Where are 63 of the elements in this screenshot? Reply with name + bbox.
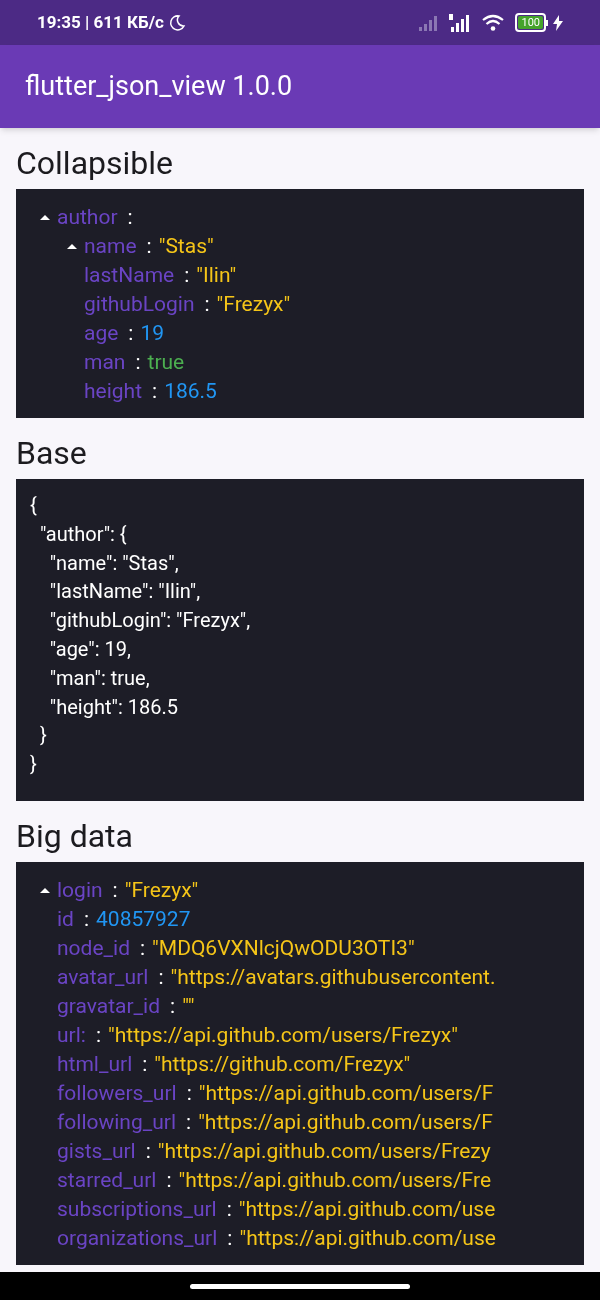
json-value: "https://api.github.com/users/Frezy xyxy=(157,1137,491,1165)
colon: : xyxy=(184,261,190,289)
json-value: "https://api.github.com/use xyxy=(238,1195,496,1223)
colon: : xyxy=(166,1166,172,1194)
collapse-icon[interactable] xyxy=(66,243,78,250)
json-value: "https://api.github.com/users/F xyxy=(198,1108,493,1136)
collapse-icon[interactable] xyxy=(39,214,51,221)
colon: : xyxy=(158,963,164,991)
colon: : xyxy=(128,319,134,347)
json-value: "https://github.com/Frezyx" xyxy=(154,1050,411,1078)
colon: : xyxy=(186,1108,192,1136)
colon: : xyxy=(186,1079,192,1107)
colon: : xyxy=(135,348,141,376)
colon: : xyxy=(140,934,146,962)
section-title: Base xyxy=(16,433,87,474)
colon: : xyxy=(204,290,210,318)
colon: : xyxy=(145,1137,151,1165)
json-line: "name": "Stas", xyxy=(48,549,179,577)
json-value: true xyxy=(147,348,185,376)
signal-icon xyxy=(449,13,472,32)
charging-icon xyxy=(553,14,563,31)
json-value: "Ilin" xyxy=(196,261,237,289)
json-value: "Stas" xyxy=(158,232,214,260)
json-value: "https://avatars.githubusercontent. xyxy=(170,963,496,991)
colon: : xyxy=(226,1195,232,1223)
json-value: "https://api.github.com/use xyxy=(239,1224,496,1252)
colon: : xyxy=(142,1050,148,1078)
colon: : xyxy=(152,377,158,405)
json-value: "Frezyx" xyxy=(124,876,199,904)
moon-icon xyxy=(167,13,186,32)
battery-level: 100 xyxy=(518,16,543,29)
home-indicator[interactable] xyxy=(190,1283,410,1289)
json-line: "man": true, xyxy=(48,664,150,692)
colon: : xyxy=(127,203,133,231)
json-line: "author": { xyxy=(38,520,127,548)
collapse-icon[interactable] xyxy=(39,886,51,894)
json-line: "lastName": "Ilin", xyxy=(48,578,201,606)
section-title: Collapsible xyxy=(16,143,174,184)
app-title: flutter_json_view 1.0.0 xyxy=(25,69,293,105)
json-line: { xyxy=(30,492,37,519)
colon: : xyxy=(83,905,90,933)
colon: : xyxy=(170,992,176,1020)
json-value: "" xyxy=(182,992,195,1020)
json-value: "Frezyx" xyxy=(216,290,291,318)
json-line: } xyxy=(38,722,47,750)
wifi-icon xyxy=(481,13,506,32)
json-line: "age": 19, xyxy=(48,636,131,663)
json-value: 40857927 xyxy=(96,905,191,933)
json-line: "height": 186.5 xyxy=(48,693,178,721)
json-line: "githubLogin": "Frezyx", xyxy=(48,607,251,635)
colon: : xyxy=(95,1021,101,1049)
json-value: "https://api.github.com/users/Frezyx" xyxy=(108,1021,458,1049)
colon: : xyxy=(146,232,152,260)
json-value: "MDQ6VXNlcjQwODU3OTI3" xyxy=(152,934,415,962)
colon: : xyxy=(112,876,118,904)
colon: : xyxy=(227,1224,233,1252)
json-value: "https://api.github.com/users/Fre xyxy=(178,1166,491,1194)
json-value: 186.5 xyxy=(164,377,217,405)
json-value: 19 xyxy=(140,319,165,347)
status-time: 19:35 | 611 КБ/с xyxy=(37,10,164,34)
json-line: } xyxy=(30,751,37,779)
section-title: Big data xyxy=(16,815,133,857)
json-value: "https://api.github.com/users/F xyxy=(198,1079,494,1107)
